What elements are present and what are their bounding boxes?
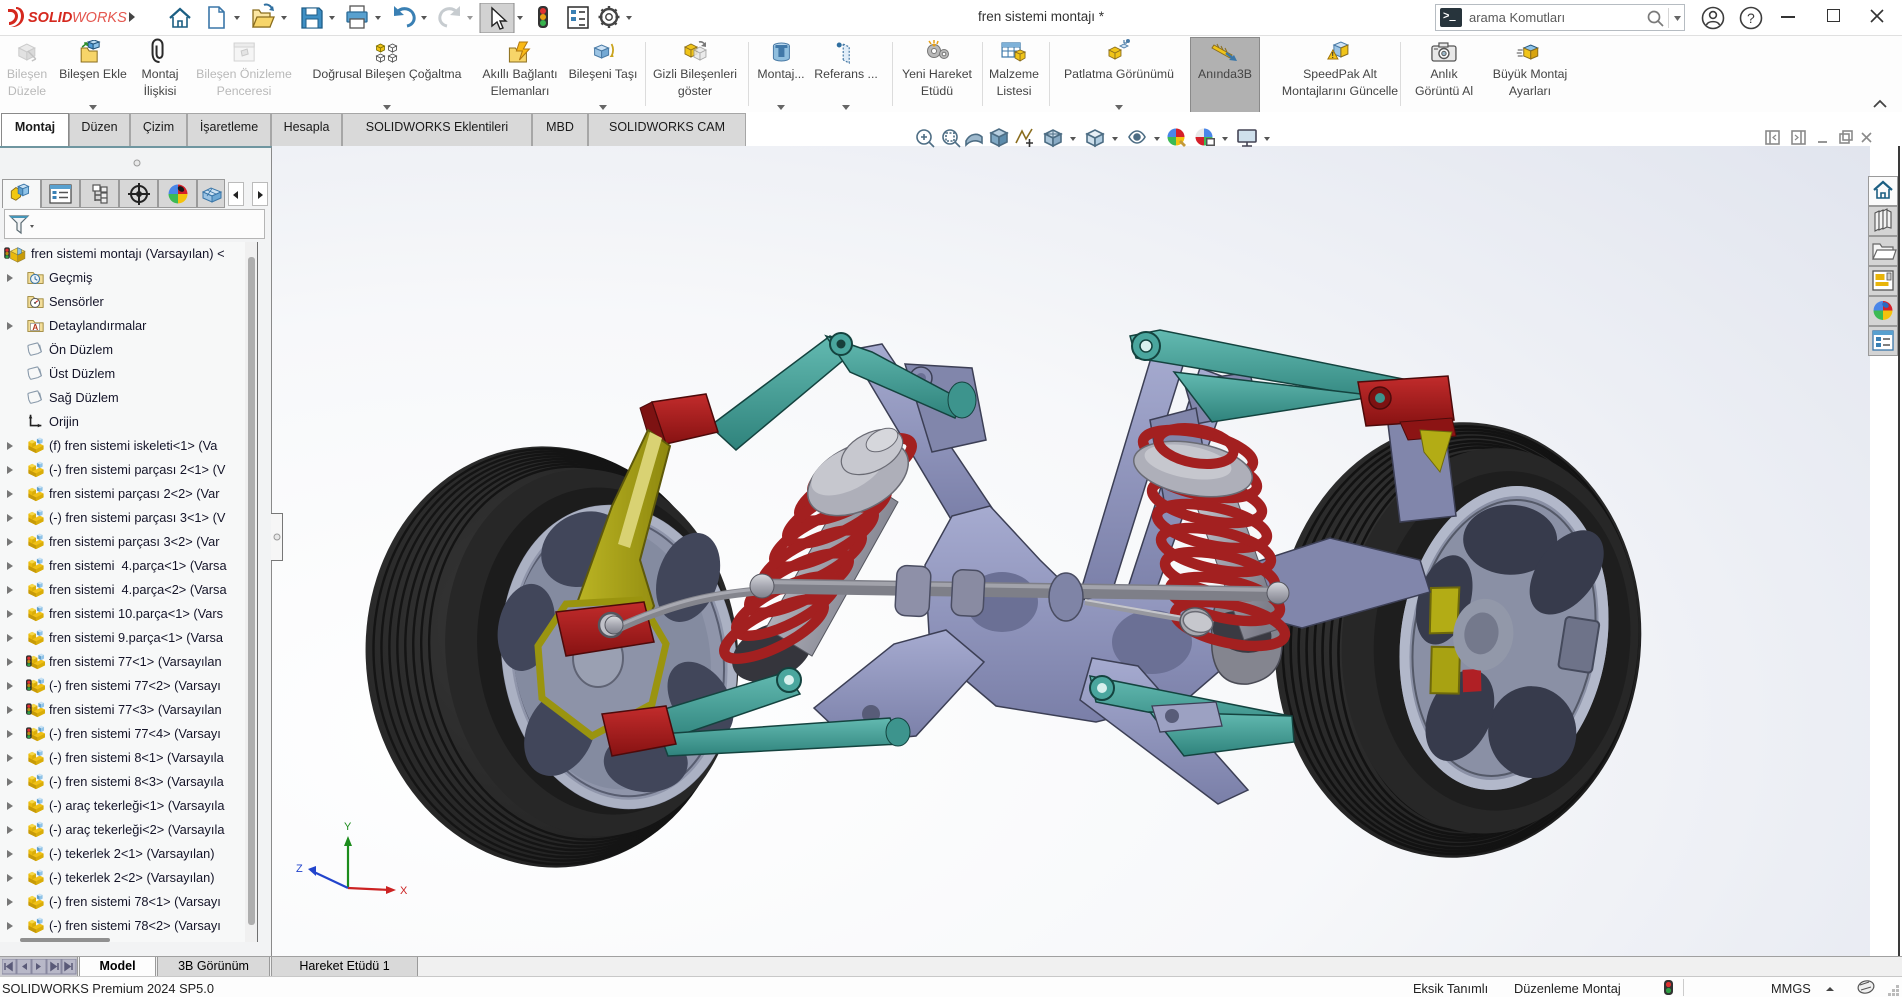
svg-text:Z: Z (296, 863, 303, 875)
svg-text:!: ! (1331, 51, 1334, 60)
svg-text:X: X (400, 885, 408, 897)
svg-text:A: A (32, 323, 38, 332)
svg-text:SOLID: SOLID (28, 10, 73, 26)
svg-text:WORKS: WORKS (72, 10, 127, 26)
svg-text:Y: Y (344, 821, 352, 833)
svg-text:?: ? (1747, 10, 1755, 26)
